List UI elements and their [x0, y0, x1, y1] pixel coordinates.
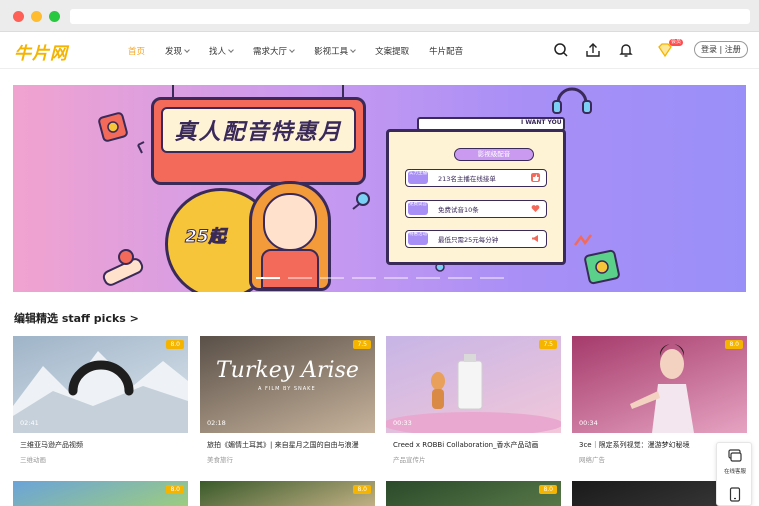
- perfume-thumbnail: [386, 354, 561, 433]
- site-logo[interactable]: 牛片网: [14, 39, 68, 64]
- panel-tab-text: I WANT YOU: [521, 119, 562, 126]
- score-badge: 8.0: [725, 340, 743, 349]
- video-card[interactable]: 8.0: [200, 481, 375, 506]
- nav-item-demand-hall[interactable]: 需求大厅: [253, 45, 295, 57]
- upload-icon[interactable]: [585, 42, 601, 58]
- chevron-down-icon: [289, 46, 295, 53]
- video-duration: 00:33: [393, 419, 412, 427]
- score-badge: 8.0: [539, 485, 557, 494]
- nav-item-dubbing[interactable]: 牛片配音: [429, 45, 463, 57]
- card-thumbnail[interactable]: 8.0 02:41: [13, 336, 188, 433]
- video-duration: 02:18: [207, 419, 226, 427]
- bell-icon[interactable]: [618, 42, 634, 58]
- model-thumbnail: [630, 344, 694, 433]
- card-thumbnail[interactable]: Turkey Arise A FILM BY SNAKE 7.5 02:18: [200, 336, 375, 433]
- staff-picks-title[interactable]: 编辑精选 staff picks >: [14, 310, 139, 326]
- thumbnail-title: Turkey Arise: [216, 358, 359, 383]
- thumb-up-icon: [531, 173, 540, 182]
- nav-item-film-tools[interactable]: 影视工具: [314, 45, 356, 57]
- card-title[interactable]: 旅拍《媚情土耳其》| 来自星月之国的自由与浪漫: [207, 440, 372, 450]
- nav-item-find-people[interactable]: 找人: [209, 45, 234, 57]
- carousel-indicators: [13, 277, 746, 279]
- video-card[interactable]: Turkey Arise A FILM BY SNAKE 7.5 02:18 旅…: [200, 336, 375, 468]
- vip-badge: 会员: [669, 39, 684, 46]
- chevron-down-icon: [184, 46, 190, 53]
- site-header: 牛片网 首页 发现 找人 需求大厅 影视工具 文案提取 牛片配音 会员: [0, 32, 759, 69]
- carousel-dot[interactable]: [447, 277, 472, 279]
- score-badge: 8.0: [353, 485, 371, 494]
- banner-price: 25起: [185, 227, 227, 248]
- customer-service-widget[interactable]: 在线客服: [716, 442, 752, 506]
- panel-heading: 影视级配音: [454, 148, 534, 161]
- score-badge: 7.5: [353, 340, 371, 349]
- carousel-dot[interactable]: [383, 277, 408, 279]
- promo-banner[interactable]: 真人配音特惠月 25起 I WANT YOU 影视级配音 实力主播 213名主播…: [13, 85, 746, 292]
- carousel-dot[interactable]: [319, 277, 344, 279]
- card-category[interactable]: 产品宣传片: [393, 454, 426, 464]
- banner-title: 真人配音特惠月: [174, 120, 343, 145]
- close-window-button[interactable]: [13, 11, 24, 22]
- thumbnail-subtitle: A FILM BY SNAKE: [258, 386, 316, 392]
- offer-row-free-trial: 免费试音 免费试音10条: [405, 200, 547, 218]
- customer-service-label[interactable]: 在线客服: [719, 467, 751, 475]
- search-icon[interactable]: [553, 42, 569, 58]
- offer-row-discount: 特惠活动 最低只需25元每分钟: [405, 230, 547, 248]
- chevron-down-icon: [228, 46, 234, 53]
- carousel-dot[interactable]: [287, 277, 312, 279]
- video-card[interactable]: 8.0 02:41 三维亚马逊产品视频 三维动画: [13, 336, 188, 468]
- carousel-dot[interactable]: [255, 277, 280, 279]
- login-register-button[interactable]: 登录 | 注册: [694, 41, 748, 58]
- offer-row-anchors: 实力主播 213名主播在线接单: [405, 169, 547, 187]
- score-badge: 7.5: [539, 340, 557, 349]
- banner-decoration: [98, 85, 620, 286]
- score-badge: 8.0: [166, 485, 184, 494]
- heart-icon: [531, 205, 540, 212]
- nav-item-discover[interactable]: 发现: [165, 45, 190, 57]
- card-title[interactable]: Creed x ROBBi Collaboration_香水产品动画: [393, 440, 558, 450]
- carousel-dot[interactable]: [479, 277, 504, 279]
- carousel-dot[interactable]: [351, 277, 376, 279]
- megaphone-icon: [532, 235, 538, 242]
- character-face: [263, 193, 317, 251]
- chat-icon[interactable]: [728, 449, 742, 463]
- chevron-down-icon: [350, 46, 356, 53]
- card-category[interactable]: 美食旅行: [207, 454, 233, 464]
- minimize-window-button[interactable]: [31, 11, 42, 22]
- main-nav: 首页 发现 找人 需求大厅 影视工具 文案提取 牛片配音: [128, 32, 483, 69]
- video-card[interactable]: 7.5 00:33 Creed x ROBBi Collaboration_香水…: [386, 336, 561, 468]
- banner-title-sign: 真人配音特惠月: [151, 97, 366, 185]
- nav-item-copy-extract[interactable]: 文案提取: [375, 45, 409, 57]
- video-duration: 02:41: [20, 419, 39, 427]
- video-card[interactable]: 8.0: [13, 481, 188, 506]
- card-thumbnail[interactable]: 7.5 00:33: [386, 336, 561, 433]
- browser-chrome: [0, 0, 759, 32]
- address-bar[interactable]: [70, 9, 750, 24]
- score-badge: 8.0: [166, 340, 184, 349]
- maximize-window-button[interactable]: [49, 11, 60, 22]
- video-duration: 00:34: [579, 419, 598, 427]
- video-card[interactable]: 8.0: [386, 481, 561, 506]
- phone-icon[interactable]: [729, 487, 741, 502]
- carousel-dot[interactable]: [415, 277, 440, 279]
- card-thumbnail[interactable]: 8.0 00:34: [572, 336, 747, 433]
- card-category[interactable]: 网络广告: [579, 454, 605, 464]
- mountain-thumbnail: [13, 351, 188, 433]
- card-title[interactable]: 三维亚马逊产品视频: [20, 440, 185, 450]
- nav-item-home[interactable]: 首页: [128, 45, 145, 57]
- character-shirt: [261, 249, 319, 289]
- card-category[interactable]: 三维动画: [20, 454, 46, 464]
